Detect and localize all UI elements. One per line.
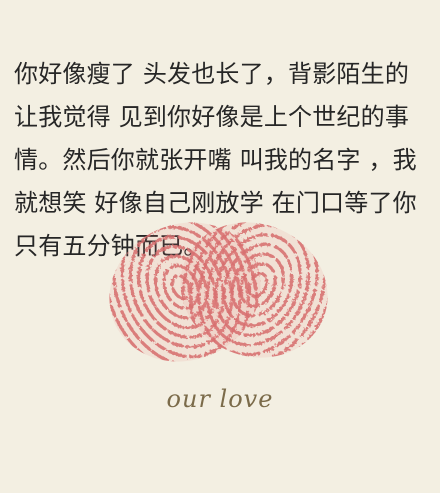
poem-line-2: 让我觉得 见到你好像是上个世纪的事 bbox=[14, 103, 410, 131]
quote-image: 你好像瘦了 头发也长了，背影陌生的 让我觉得 见到你好像是上个世纪的事 情。然后… bbox=[0, 0, 440, 493]
poem-line-3: 情。然后你就张开嘴 叫我的名字 ，我 bbox=[14, 146, 417, 174]
fingerprint-heart bbox=[94, 214, 344, 374]
caption-our-love: our love bbox=[166, 385, 274, 413]
poem-line-1: 你好像瘦了 头发也长了，背影陌生的 bbox=[14, 60, 410, 88]
